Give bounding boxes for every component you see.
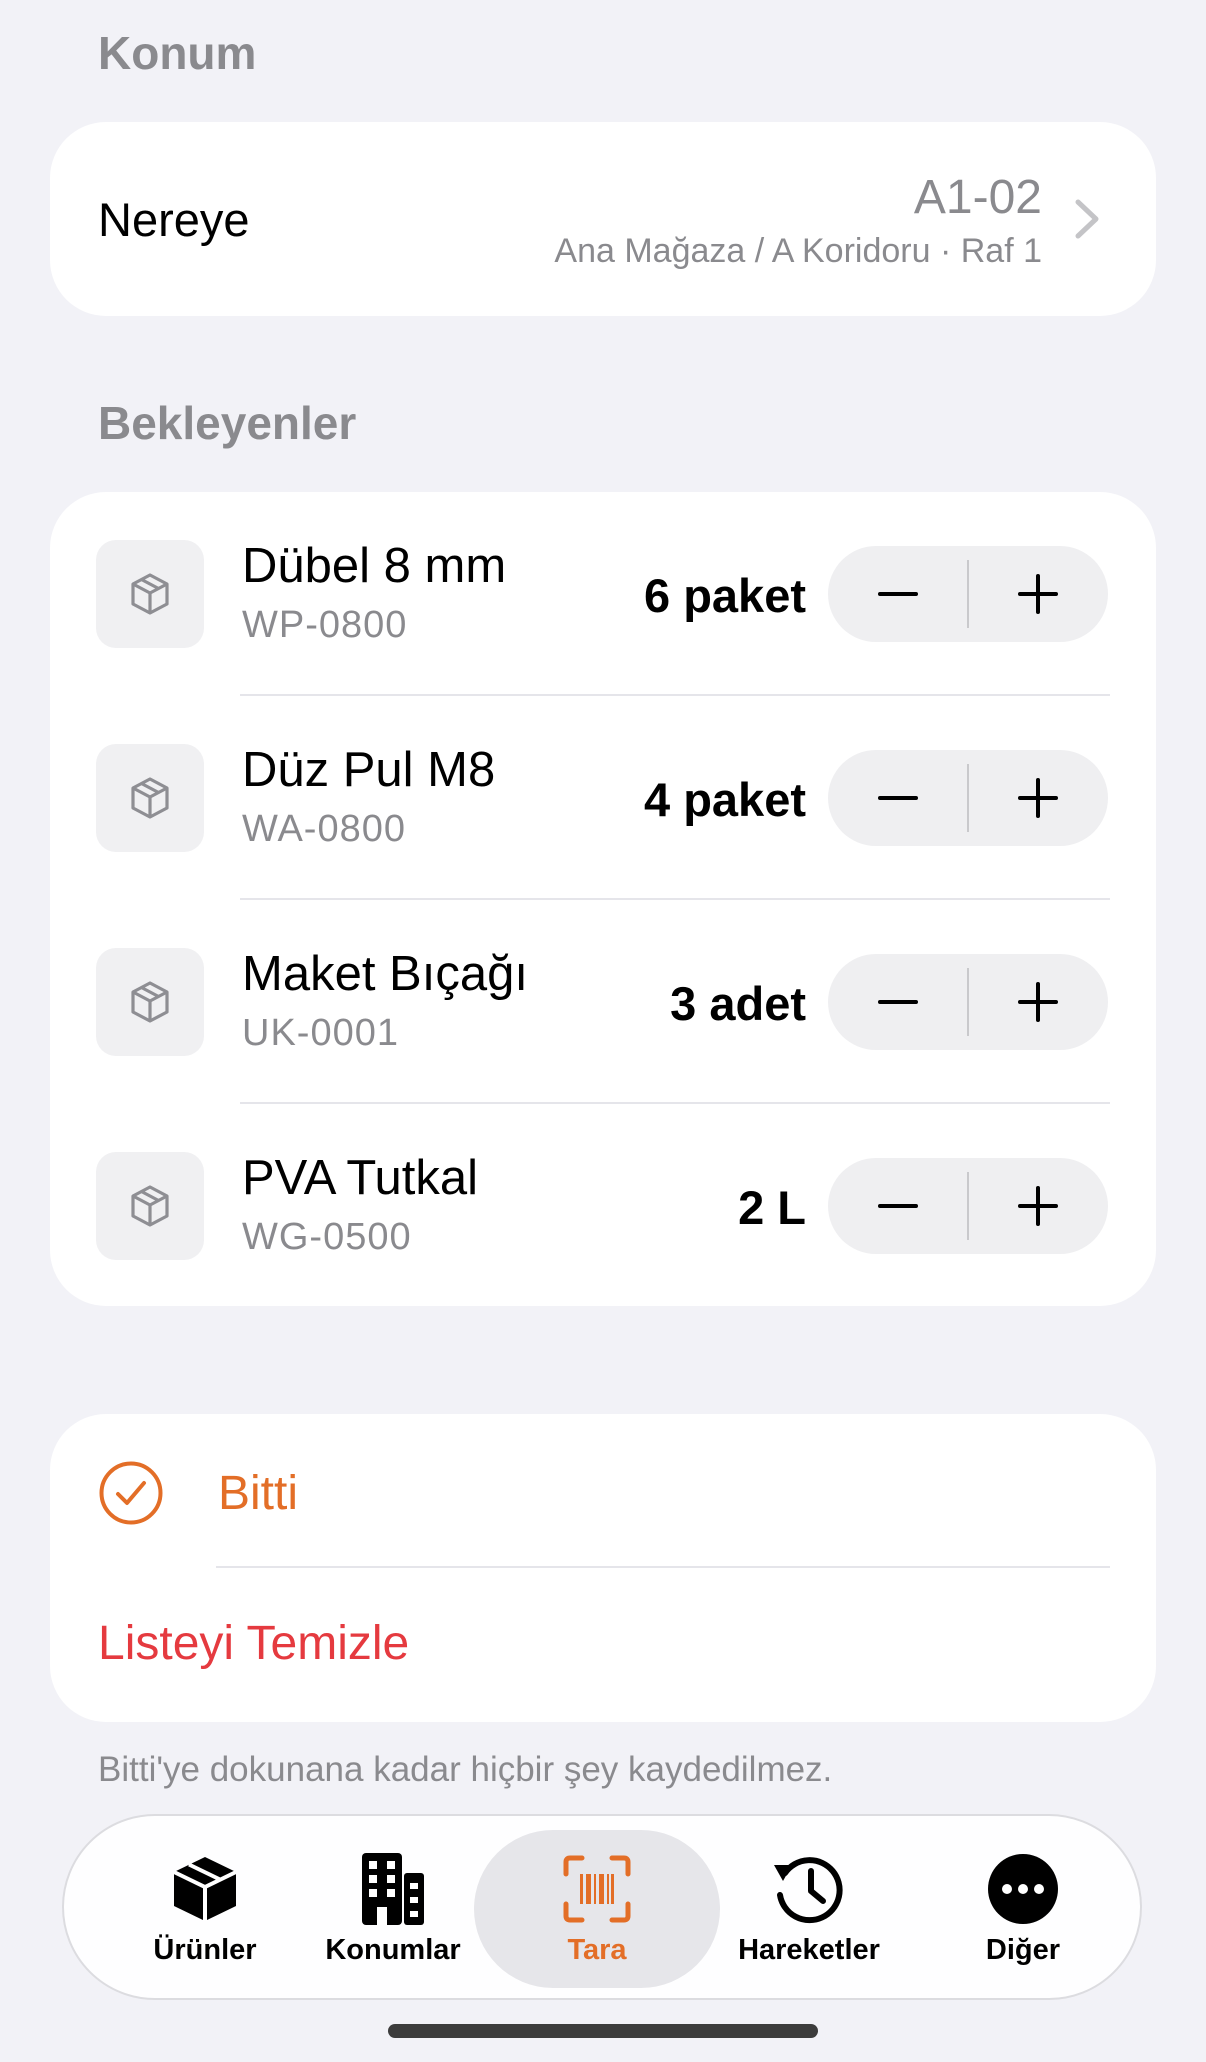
clear-list-label: Listeyi Temizle — [98, 1617, 410, 1670]
product-name: Dübel 8 mm — [242, 539, 507, 593]
plus-icon — [1018, 778, 1058, 818]
minus-icon — [878, 1000, 918, 1004]
quantity-stepper — [828, 954, 1108, 1050]
tab-scan[interactable]: Tara — [514, 1816, 680, 2002]
product-sku: WA-0800 — [242, 808, 406, 850]
footnote: Bitti'ye dokunana kadar hiçbir şey kayde… — [98, 1750, 833, 1789]
building-icon — [362, 1853, 424, 1925]
product-quantity: 6 paket — [644, 569, 806, 622]
done-label: Bitti — [218, 1467, 299, 1520]
clear-list-button[interactable]: Listeyi Temizle — [50, 1570, 1156, 1722]
increment-button[interactable] — [968, 954, 1108, 1050]
tab-label: Konumlar — [325, 1934, 461, 1966]
increment-button[interactable] — [968, 1158, 1108, 1254]
list-item: Dübel 8 mm WP-0800 6 paket — [50, 492, 1156, 696]
product-name: Düz Pul M8 — [242, 743, 496, 797]
product-quantity: 3 adet — [670, 977, 806, 1030]
more-icon — [988, 1854, 1058, 1924]
product-thumbnail — [96, 744, 204, 852]
increment-button[interactable] — [968, 750, 1108, 846]
box-icon — [173, 1857, 237, 1921]
tab-label: Ürünler — [153, 1934, 257, 1966]
tab-label: Hareketler — [738, 1934, 880, 1966]
plus-icon — [1018, 982, 1058, 1022]
product-name: PVA Tutkal — [242, 1151, 479, 1205]
product-name: Maket Bıçağı — [242, 947, 528, 1001]
box-icon — [131, 981, 169, 1023]
tab-label: Diğer — [985, 1934, 1061, 1966]
tab-label: Tara — [567, 1934, 627, 1966]
chevron-right-icon — [1075, 199, 1099, 239]
quantity-stepper — [828, 750, 1108, 846]
tab-locations[interactable]: Konumlar — [310, 1816, 476, 2002]
product-sku: WP-0800 — [242, 604, 408, 646]
decrement-button[interactable] — [828, 750, 968, 846]
location-path: Ana Mağaza / A Koridoru · Raf 1 — [554, 232, 1042, 270]
location-code: A1-02 — [913, 171, 1042, 224]
product-sku: WG-0500 — [242, 1216, 412, 1258]
minus-icon — [878, 1204, 918, 1208]
decrement-button[interactable] — [828, 954, 968, 1050]
tab-movements[interactable]: Hareketler — [726, 1816, 892, 2002]
tab-products[interactable]: Ürünler — [122, 1816, 288, 2002]
destination-label: Nereye — [98, 193, 250, 246]
minus-icon — [878, 592, 918, 596]
actions-card: Bitti Listeyi Temizle — [50, 1414, 1156, 1722]
location-section-title: Konum — [98, 27, 257, 79]
product-thumbnail — [96, 1152, 204, 1260]
product-thumbnail — [96, 948, 204, 1056]
increment-button[interactable] — [968, 546, 1108, 642]
decrement-button[interactable] — [828, 1158, 968, 1254]
pending-section-title: Bekleyenler — [98, 397, 357, 449]
quantity-stepper — [828, 546, 1108, 642]
product-quantity: 2 L — [738, 1181, 806, 1234]
list-item: PVA Tutkal WG-0500 2 L — [50, 1104, 1156, 1308]
tab-more[interactable]: Diğer — [940, 1816, 1106, 2002]
pending-list: Dübel 8 mm WP-0800 6 paket Düz Pul M8 WA… — [50, 492, 1156, 1306]
quantity-stepper — [828, 1158, 1108, 1254]
box-icon — [131, 1185, 169, 1227]
barcode-scan-icon — [563, 1855, 631, 1923]
checkmark-circle-icon — [99, 1461, 163, 1525]
plus-icon — [1018, 574, 1058, 614]
product-quantity: 4 paket — [644, 773, 806, 826]
tab-bar: Ürünler Konumlar Tara Hareketler Diğer — [62, 1814, 1142, 2000]
list-item: Düz Pul M8 WA-0800 4 paket — [50, 696, 1156, 900]
box-icon — [131, 777, 169, 819]
minus-icon — [878, 796, 918, 800]
home-indicator — [388, 2024, 818, 2038]
decrement-button[interactable] — [828, 546, 968, 642]
history-icon — [774, 1857, 843, 1924]
plus-icon — [1018, 1186, 1058, 1226]
product-thumbnail — [96, 540, 204, 648]
location-card[interactable]: Nereye A1-02 Ana Mağaza / A Koridoru · R… — [50, 122, 1156, 316]
box-icon — [131, 573, 169, 615]
list-item: Maket Bıçağı UK-0001 3 adet — [50, 900, 1156, 1104]
product-sku: UK-0001 — [242, 1012, 399, 1054]
row-divider — [216, 1566, 1110, 1568]
done-button[interactable]: Bitti — [50, 1414, 1156, 1568]
